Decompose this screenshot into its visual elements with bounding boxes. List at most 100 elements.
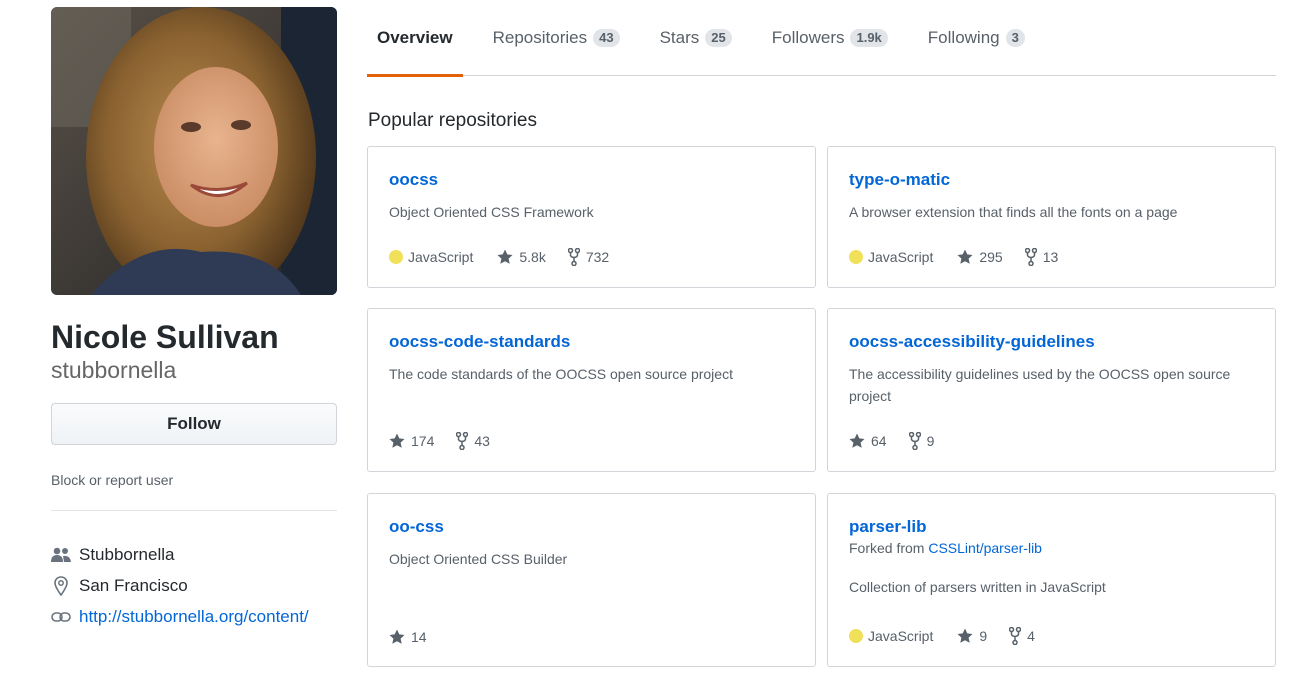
repo-name-link[interactable]: parser-lib	[849, 516, 1255, 538]
language-color-dot	[849, 250, 863, 264]
profile-tabs: Overview Repositories 43 Stars 25 Follow…	[367, 0, 1276, 77]
repo-name-link[interactable]: oocss-accessibility-guidelines	[849, 331, 1255, 353]
repo-fork-count: 43	[474, 433, 490, 449]
star-icon	[497, 249, 513, 264]
fork-icon	[1024, 248, 1037, 266]
repo-description: The accessibility guidelines used by the…	[849, 366, 1231, 404]
repo-star-count: 174	[411, 433, 435, 449]
fork-icon	[456, 432, 469, 450]
block-report-link[interactable]: Block or report user	[51, 472, 337, 488]
repo-forks[interactable]: 9	[908, 432, 935, 450]
tab-following[interactable]: Following 3	[918, 0, 1035, 76]
tab-count-badge: 1.9k	[850, 29, 888, 47]
tab-label: Following	[927, 28, 1000, 47]
location-text: San Francisco	[79, 575, 188, 595]
repo-fork-count: 4	[1027, 628, 1035, 644]
fork-icon	[567, 248, 580, 266]
link-icon	[51, 607, 71, 627]
profile-avatar[interactable]	[51, 7, 337, 295]
repo-stars[interactable]: 64	[849, 433, 887, 449]
star-icon	[389, 433, 405, 448]
tab-label: Stars	[659, 28, 700, 47]
repo-card: oocss Object Oriented CSS Framework Java…	[367, 146, 816, 288]
repo-description: Object Oriented CSS Framework	[389, 204, 594, 220]
repo-language: JavaScript	[849, 249, 933, 265]
repo-description: Collection of parsers written in JavaScr…	[849, 579, 1106, 595]
repo-description: The code standards of the OOCSS open sou…	[389, 366, 733, 382]
repo-card: oocss-code-standards The code standards …	[367, 308, 816, 472]
repo-forks[interactable]: 732	[567, 248, 610, 266]
repo-language: JavaScript	[389, 249, 473, 265]
repo-meta: JavaScript 9 4	[849, 627, 1057, 645]
repo-stars[interactable]: 9	[957, 628, 987, 644]
profile-sidebar: Nicole Sullivan stubbornella Follow Bloc…	[51, 7, 337, 632]
repo-description: Object Oriented CSS Builder	[389, 551, 568, 567]
repo-language-label: JavaScript	[868, 249, 934, 265]
tab-followers[interactable]: Followers 1.9k	[762, 0, 898, 76]
profile-fullname: Nicole Sullivan	[51, 319, 279, 355]
repo-language-label: JavaScript	[408, 249, 474, 265]
repo-stars[interactable]: 295	[957, 249, 1003, 265]
website-item: http://stubbornella.org/content/	[51, 601, 337, 632]
star-icon	[957, 249, 973, 264]
star-icon	[849, 433, 865, 448]
tab-count-badge: 43	[593, 29, 620, 47]
language-color-dot	[389, 250, 403, 264]
repo-fork-count: 13	[1042, 249, 1059, 265]
tab-repositories[interactable]: Repositories 43	[483, 0, 630, 76]
forked-from-label: Forked from	[849, 540, 925, 556]
fork-source-link[interactable]: CSSLint/parser-lib	[928, 540, 1042, 556]
repo-forks[interactable]: 13	[1024, 248, 1059, 266]
fork-icon	[1009, 627, 1022, 645]
repo-card: oocss-accessibility-guidelines The acces…	[827, 308, 1276, 472]
repo-forks[interactable]: 4	[1009, 627, 1035, 645]
repo-fork-count: 9	[926, 433, 935, 449]
repo-star-count: 295	[979, 249, 1003, 265]
location-item: San Francisco	[51, 570, 337, 601]
repo-meta: 14	[389, 629, 449, 645]
repo-stars[interactable]: 14	[389, 629, 427, 645]
repo-star-count: 64	[871, 433, 887, 449]
profile-details: Stubbornella San Francisco http://stubbo…	[51, 539, 337, 632]
profile-username: stubbornella	[51, 357, 177, 383]
star-icon	[957, 628, 973, 643]
location-icon	[51, 575, 71, 596]
repo-star-count: 5.8k	[519, 249, 546, 265]
repo-description: A browser extension that finds all the f…	[849, 204, 1178, 220]
repo-meta: 64 9	[849, 432, 956, 450]
repo-star-count: 14	[411, 629, 427, 645]
repo-language-label: JavaScript	[868, 628, 934, 644]
repo-stars[interactable]: 174	[389, 433, 434, 449]
organization-text: Stubbornella	[79, 544, 175, 564]
organization-item: Stubbornella	[51, 539, 337, 570]
website-link[interactable]: http://stubbornella.org/content/	[79, 607, 309, 627]
repo-forks[interactable]: 43	[456, 432, 490, 450]
repo-card: oo-css Object Oriented CSS Builder 14	[367, 493, 816, 667]
language-color-dot	[849, 629, 863, 643]
repo-name-link[interactable]: oo-css	[389, 516, 795, 538]
tab-count-badge: 25	[705, 29, 732, 47]
repo-name-link[interactable]: oocss	[389, 169, 795, 191]
repo-card: parser-lib Forked from CSSLint/parser-li…	[827, 493, 1276, 667]
tab-overview[interactable]: Overview	[367, 0, 463, 77]
repo-stars[interactable]: 5.8k	[497, 249, 546, 265]
tab-label: Overview	[377, 28, 453, 47]
people-icon	[51, 545, 71, 565]
tab-stars[interactable]: Stars 25	[650, 0, 742, 76]
tab-label: Followers	[771, 28, 845, 47]
fork-icon	[908, 432, 921, 450]
star-icon	[389, 629, 405, 644]
popular-repos-heading: Popular repositories	[368, 110, 537, 131]
sidebar-divider	[51, 510, 337, 511]
repo-meta: 174 43	[389, 432, 512, 450]
follow-button[interactable]: Follow	[51, 403, 337, 445]
repo-card: type-o-matic A browser extension that fi…	[827, 146, 1276, 288]
tab-label: Repositories	[492, 28, 588, 47]
repo-name-link[interactable]: oocss-code-standards	[389, 331, 795, 353]
repo-star-count: 9	[979, 628, 988, 644]
repo-language: JavaScript	[849, 628, 933, 644]
tab-count-badge: 3	[1005, 29, 1025, 47]
repo-fork-count: 732	[585, 249, 610, 265]
forked-from-line: Forked from CSSLint/parser-lib	[849, 540, 1255, 556]
repo-name-link[interactable]: type-o-matic	[849, 169, 1255, 191]
